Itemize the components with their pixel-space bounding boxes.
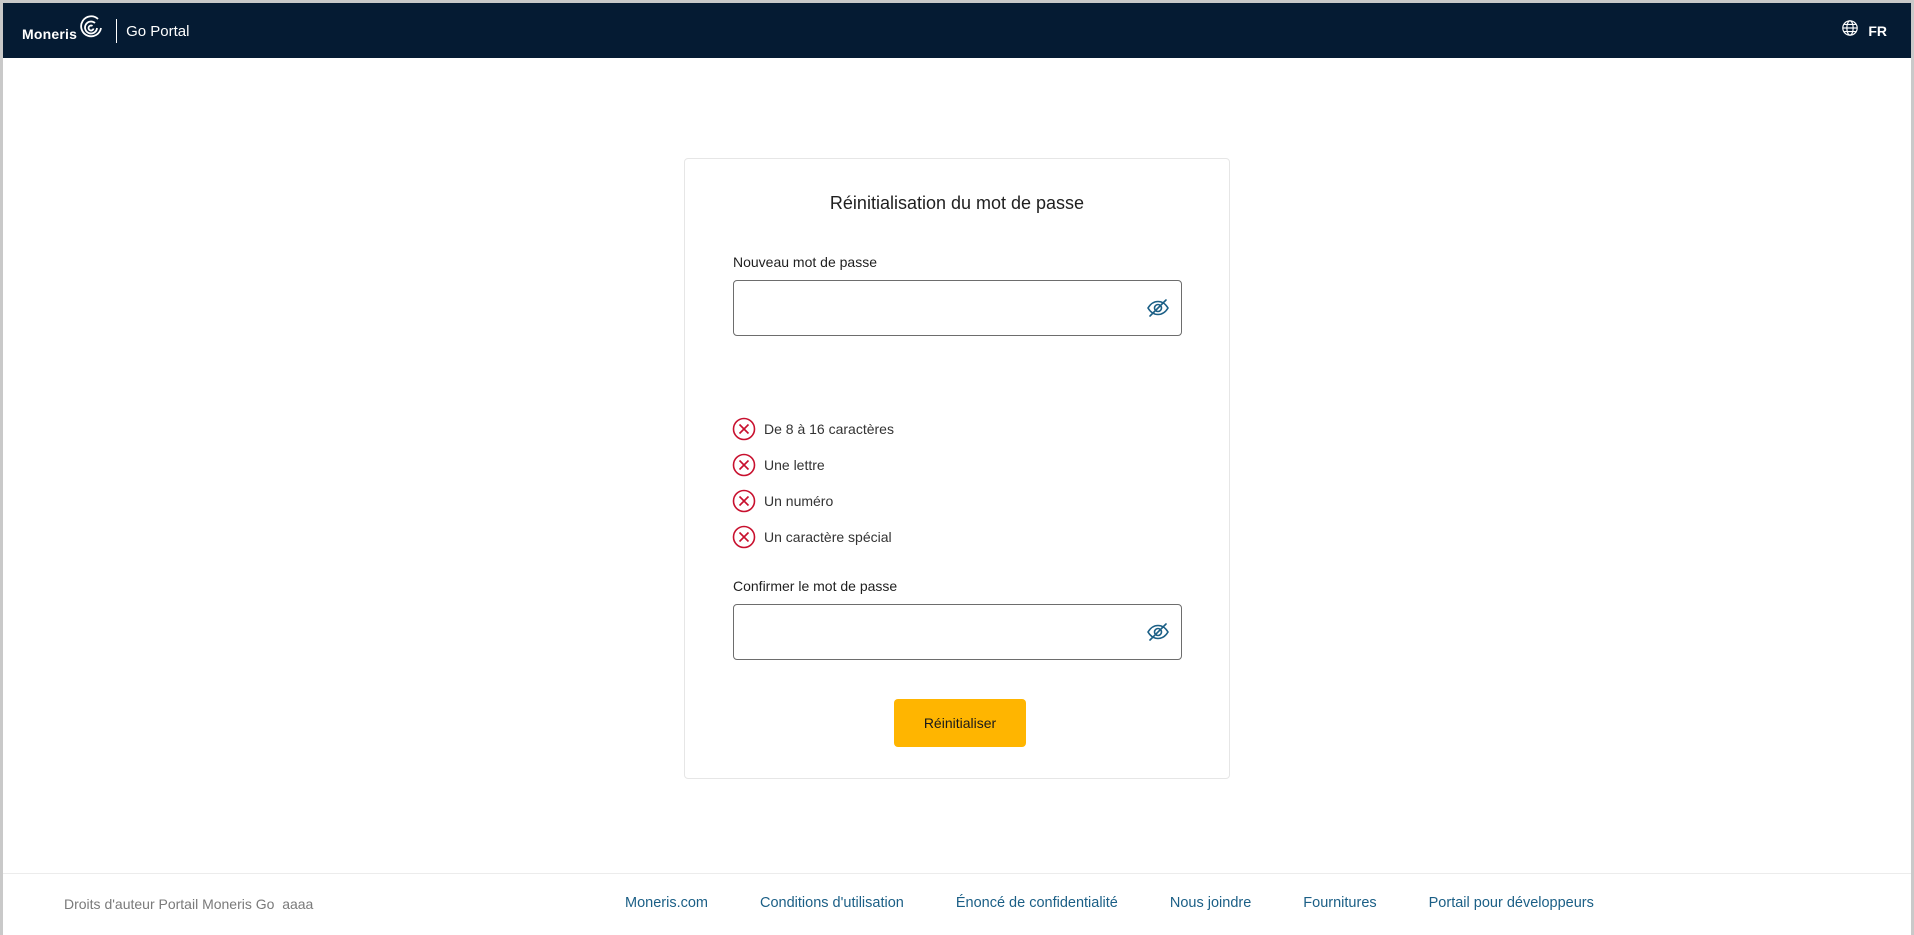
confirm-password-label: Confirmer le mot de passe: [733, 578, 898, 594]
page-title: Réinitialisation du mot de passe: [829, 193, 1085, 213]
language-label: FR: [1868, 22, 1887, 39]
footer-link-moneris-com[interactable]: Moneris.com: [625, 895, 708, 911]
product-name: Go Portal: [126, 23, 190, 40]
requirement-text: Un caractère spécial: [764, 529, 892, 545]
brand-divider: [116, 18, 118, 43]
x-circle-icon: [732, 453, 756, 477]
footer-link-developer-portal[interactable]: Portail pour développeurs: [1429, 895, 1594, 911]
footer-link-contact-us[interactable]: Nous joindre: [1170, 895, 1251, 911]
x-circle-icon: [732, 525, 756, 549]
copyright-text: Droits d'auteur Portail Moneris Go aaaa: [64, 896, 314, 912]
moneris-logo[interactable]: Moneris: [22, 14, 104, 42]
brand[interactable]: Moneris Go Portal: [22, 14, 190, 43]
language-switcher[interactable]: FR: [1841, 19, 1887, 42]
toggle-new-password-visibility-eye-slash-icon[interactable]: [1146, 296, 1170, 320]
top-navigation-bar: Moneris Go Portal FR: [3, 3, 1911, 58]
requirement-item: Un caractère spécial: [732, 519, 894, 555]
requirement-text: De 8 à 16 caractères: [764, 421, 894, 437]
confirm-password-field-wrapper: [733, 604, 1182, 660]
new-password-field-wrapper: [733, 280, 1182, 336]
password-requirements-list: De 8 à 16 caractères Une lettre Un numér…: [732, 411, 894, 555]
globe-icon: [1841, 19, 1859, 42]
reset-button[interactable]: Réinitialiser: [894, 699, 1026, 747]
confirm-password-input[interactable]: [734, 605, 1134, 659]
footer-link-supplies[interactable]: Fournitures: [1303, 895, 1376, 911]
requirement-item: Un numéro: [732, 483, 894, 519]
x-circle-icon: [732, 489, 756, 513]
new-password-label: Nouveau mot de passe: [733, 254, 877, 270]
password-reset-card: Réinitialisation du mot de passe Nouveau…: [684, 158, 1230, 779]
footer-link-terms-of-use[interactable]: Conditions d'utilisation: [760, 895, 904, 911]
footer-link-privacy-statement[interactable]: Énoncé de confidentialité: [956, 895, 1118, 911]
toggle-confirm-password-visibility-eye-slash-icon[interactable]: [1146, 620, 1170, 644]
requirement-text: Un numéro: [764, 493, 834, 509]
x-circle-icon: [732, 417, 756, 441]
requirement-item: Une lettre: [732, 447, 894, 483]
requirement-text: Une lettre: [764, 457, 825, 473]
footer: Droits d'auteur Portail Moneris Go aaaa …: [3, 873, 1911, 935]
requirement-item: De 8 à 16 caractères: [732, 411, 894, 447]
logo-wordmark: Moneris: [22, 25, 78, 42]
moneris-swirl-logo-icon: [78, 14, 104, 41]
footer-links: Moneris.com Conditions d'utilisation Éno…: [625, 895, 1646, 911]
new-password-input[interactable]: [734, 281, 1134, 335]
